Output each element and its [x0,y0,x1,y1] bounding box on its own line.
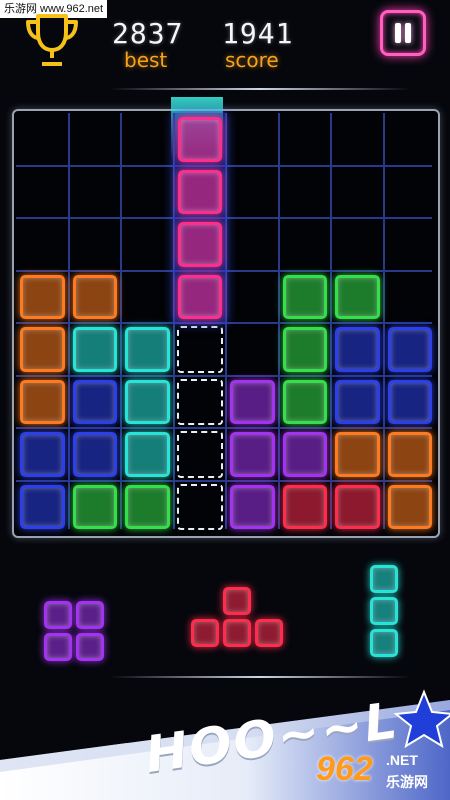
brand-logo-suffix: .NET [386,752,418,768]
tray-block [255,619,283,647]
ghost-cell [176,431,223,478]
ghost-cell [176,326,223,373]
grid-line [16,479,432,482]
board-block [335,484,380,529]
board-block [125,379,170,424]
tray-block [191,619,219,647]
board-block [335,327,380,372]
tray-block [223,619,251,647]
grid-line [382,113,385,529]
tray-block [370,565,398,593]
tray-block [76,633,104,661]
board-block [72,274,117,319]
best-score-label: best [124,48,168,72]
pause-button[interactable] [380,10,426,56]
board-block [72,327,117,372]
brand-logo: 962 .NET 乐游网 [316,748,450,800]
falling-piece-block [177,117,222,162]
tray-block [223,587,251,615]
board-block [20,327,65,372]
board-block [20,379,65,424]
board-block [72,379,117,424]
board-block [335,432,380,477]
falling-piece-block [177,222,222,267]
tray-block [44,601,72,629]
tray-piece-square[interactable] [44,601,108,665]
board-block [282,274,327,319]
board-block [125,327,170,372]
falling-piece-block [177,274,222,319]
tray-piece-i3[interactable] [370,565,402,661]
board-block [387,327,432,372]
header-divider [110,88,410,90]
board-block [20,484,65,529]
board-block [20,274,65,319]
board-block [387,379,432,424]
board-block [387,484,432,529]
board-block [282,484,327,529]
best-score-value: 2837 [112,17,184,50]
board-block [282,327,327,372]
board-block [20,432,65,477]
grid-line [67,113,70,529]
tray-block [370,629,398,657]
board-block [335,379,380,424]
board-block [230,379,275,424]
trophy-icon [26,14,78,66]
board-block [230,484,275,529]
tray-divider [110,676,410,678]
board-block [72,432,117,477]
grid-line [16,427,432,429]
grid-line [120,113,122,529]
brand-logo-number: 962 [316,750,373,788]
tray-block [44,633,72,661]
grid-line [330,113,332,529]
board-block [282,432,327,477]
ghost-cell [176,378,223,425]
falling-piece-block [177,169,222,214]
tray-block [76,601,104,629]
board-block [282,379,327,424]
grid-line [277,113,280,529]
board-block [125,432,170,477]
board-block [335,274,380,319]
grid-line [16,374,432,377]
current-score-label: score [225,48,279,72]
board-block [387,432,432,477]
tray-block [370,597,398,625]
board-block [230,432,275,477]
tray-piece-t[interactable] [191,587,287,651]
brand-logo-subtext: 乐游网 [386,775,428,791]
board-block [72,484,117,529]
current-score-value: 1941 [222,17,294,50]
board-block [125,484,170,529]
ghost-cell [176,483,223,530]
